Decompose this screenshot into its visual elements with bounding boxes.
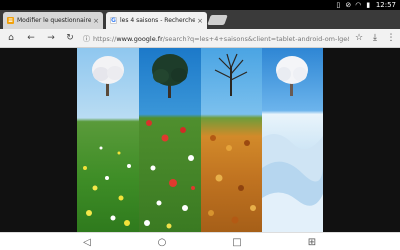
summer-panel xyxy=(139,48,201,232)
spring-panel xyxy=(77,48,139,232)
tab-title: Modifier le questionnaire xyxy=(17,17,91,24)
multi-window-icon[interactable]: ⊞ xyxy=(305,235,319,249)
page-content xyxy=(0,48,400,232)
info-icon[interactable]: ⓘ xyxy=(83,34,90,44)
menu-icon[interactable]: ⋮ xyxy=(384,31,398,45)
reload-icon[interactable]: ↻ xyxy=(63,31,77,45)
tab-title: les 4 saisons - Recherche Go xyxy=(120,17,195,24)
navigation-bar: ◁ ○ □ ⊞ xyxy=(0,232,400,250)
forms-icon: ≡ xyxy=(7,17,14,24)
close-icon[interactable]: × xyxy=(197,17,203,25)
back-icon[interactable]: ← xyxy=(24,31,38,45)
download-icon[interactable]: ⤓ xyxy=(368,31,382,45)
url-path: /search?q=les+4+saisons&client=tablet-an… xyxy=(162,34,349,43)
four-seasons-image[interactable] xyxy=(77,48,323,232)
home-icon[interactable]: ⌂ xyxy=(4,31,18,45)
browser-screen: ▯ ⊘ ◠ ▮ 12:57 ≡ Modifier le questionnair… xyxy=(0,0,400,250)
url-scheme: https:// xyxy=(93,34,117,43)
forward-icon[interactable]: → xyxy=(44,31,58,45)
new-tab-button[interactable] xyxy=(207,15,228,25)
no-sim-icon: ⊘ xyxy=(345,0,352,9)
bookmark-star-icon[interactable]: ☆ xyxy=(352,31,366,45)
close-icon[interactable]: × xyxy=(93,17,99,25)
winter-panel xyxy=(262,48,323,232)
tab-google-search[interactable]: G les 4 saisons - Recherche Go × xyxy=(106,12,207,29)
address-toolbar: ⌂ ← → ↻ ⓘ https:// www.google.fr /search… xyxy=(0,29,400,48)
status-bar: ▯ ⊘ ◠ ▮ 12:57 xyxy=(0,0,400,10)
autumn-panel xyxy=(201,48,262,232)
wifi-icon: ◠ xyxy=(355,0,362,9)
back-icon[interactable]: ◁ xyxy=(80,235,94,249)
tab-strip: ≡ Modifier le questionnaire × G les 4 sa… xyxy=(0,10,400,29)
address-bar[interactable]: ⓘ https:// www.google.fr /search?q=les+4… xyxy=(83,31,349,46)
recents-icon[interactable]: □ xyxy=(230,235,244,249)
url-domain: www.google.fr xyxy=(116,34,163,43)
home-icon[interactable]: ○ xyxy=(155,235,169,249)
status-time: 12:57 xyxy=(375,1,396,9)
vibrate-icon: ▯ xyxy=(336,0,341,9)
google-icon: G xyxy=(110,17,117,24)
tab-questionnaire[interactable]: ≡ Modifier le questionnaire × xyxy=(3,12,103,29)
battery-icon: ▮ xyxy=(366,0,371,9)
